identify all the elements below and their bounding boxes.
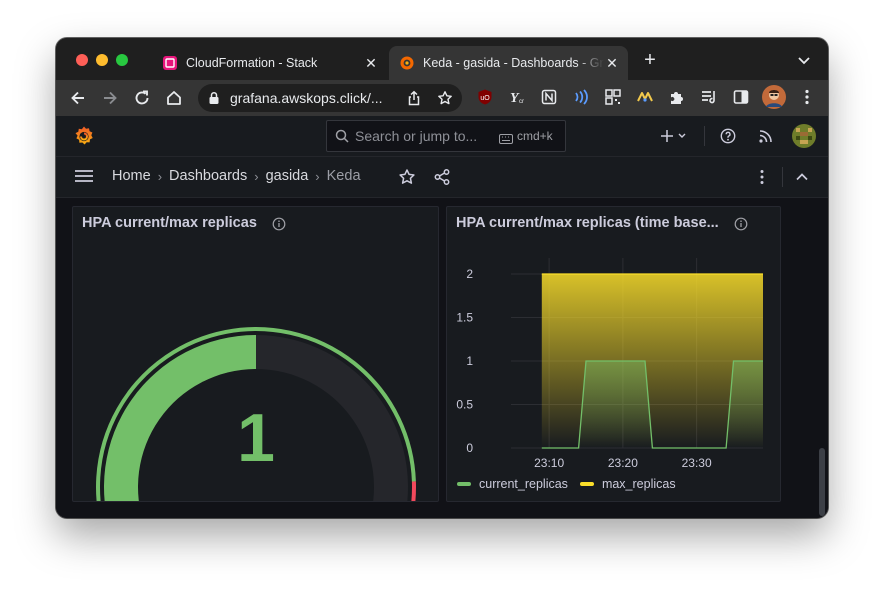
notion-extension-icon[interactable]	[540, 88, 558, 106]
y-tick-label: 0.5	[456, 398, 473, 412]
legend-item-max[interactable]: max_replicas	[579, 477, 676, 491]
keyboard-icon	[499, 131, 513, 149]
breadcrumb-divider	[782, 167, 783, 187]
search-placeholder[interactable]: Search or jump to...	[355, 128, 477, 144]
breadcrumb-folder[interactable]: gasida	[266, 168, 309, 184]
breadcrumb: Home › Dashboards › gasida › Keda	[112, 168, 361, 184]
breadcrumb-separator: ›	[315, 168, 320, 184]
y-tick-label: 1	[466, 354, 473, 368]
legend-label: current_replicas	[479, 477, 568, 491]
profile-avatar[interactable]	[762, 85, 786, 109]
forward-arrow-icon[interactable]	[100, 88, 120, 108]
close-tab-icon[interactable]: ✕	[363, 55, 379, 72]
legend-swatch	[457, 482, 471, 486]
tab-title: Keda - gasida - Dashboards - Grafana	[423, 56, 604, 70]
qr-code-extension-icon[interactable]	[604, 88, 622, 106]
favorite-star-icon[interactable]	[397, 167, 417, 187]
search-bar[interactable]: Search or jump to... cmd+k	[326, 120, 566, 152]
address-bar[interactable]: grafana.awskops.click/...	[198, 84, 462, 112]
legend-item-current[interactable]: current_replicas	[457, 477, 568, 491]
svg-text:cr: cr	[519, 99, 524, 105]
chart-legend: current_replicas max_replicas	[457, 477, 688, 491]
close-tab-icon[interactable]: ✕	[604, 55, 620, 72]
chart-series	[541, 273, 763, 449]
legend-label: max_replicas	[601, 477, 676, 491]
browser-toolbar: grafana.awskops.click/... uO Ycr	[56, 80, 828, 116]
breadcrumb-separator: ›	[157, 168, 163, 184]
user-avatar[interactable]	[792, 124, 816, 148]
maximize-window-button[interactable]	[116, 54, 128, 66]
close-window-button[interactable]	[76, 54, 88, 66]
reload-icon[interactable]	[132, 88, 152, 108]
dashboard-canvas: HPA current/max replicas 1 HPA current/m…	[56, 198, 828, 518]
grafana-icon	[399, 55, 415, 71]
cloudformation-icon	[162, 55, 178, 71]
y-tick-label: 2	[466, 267, 473, 281]
help-icon[interactable]	[720, 126, 736, 146]
x-tick-label: 23:30	[682, 456, 712, 470]
breadcrumb-bar: Home › Dashboards › gasida › Keda	[56, 157, 828, 198]
gauge-value: 1	[237, 400, 275, 476]
new-tab-button[interactable]: +	[640, 50, 660, 70]
back-arrow-icon[interactable]	[68, 88, 88, 108]
grafana-logo-icon[interactable]	[72, 124, 96, 153]
breadcrumb-separator: ›	[254, 168, 259, 184]
url-text[interactable]: grafana.awskops.click/...	[230, 90, 383, 106]
search-shortcut: cmd+k	[517, 129, 553, 143]
audio-extension-icon[interactable]	[572, 88, 590, 106]
topbar-divider	[704, 126, 705, 146]
y-tick-label: 0	[466, 441, 473, 455]
more-options-icon[interactable]	[752, 167, 772, 187]
tab-keda[interactable]: Keda - gasida - Dashboards - Grafana ✕	[389, 46, 628, 80]
jsonvue-extension-icon[interactable]	[636, 88, 654, 106]
x-tick-label: 23:10	[534, 456, 564, 470]
breadcrumb-current: Keda	[326, 168, 361, 184]
tab-strip: CloudFormation - Stack ✕ Keda - gasida -…	[56, 38, 828, 80]
collapse-chevron-up-icon[interactable]	[792, 167, 812, 187]
puzzle-extensions-icon[interactable]	[668, 88, 686, 106]
legend-swatch	[579, 482, 594, 486]
search-icon	[335, 129, 349, 148]
breadcrumb-home[interactable]: Home	[112, 168, 151, 184]
add-new-button[interactable]	[660, 126, 688, 146]
menu-hamburger-icon[interactable]	[74, 168, 94, 189]
reading-list-icon[interactable]	[700, 88, 718, 106]
timeseries-chart: 0 0.5 1 1.5 2 23:10 23:20 23:30	[456, 258, 763, 470]
news-rss-icon[interactable]	[758, 126, 774, 146]
breadcrumb-dashboards[interactable]: Dashboards	[169, 168, 247, 184]
ycombinator-extension-icon[interactable]: Ycr	[508, 88, 526, 106]
y-tick-label: 1.5	[456, 311, 473, 325]
minimize-window-button[interactable]	[96, 54, 108, 66]
dashboard-scrollbar[interactable]	[819, 448, 825, 516]
tab-title: CloudFormation - Stack	[186, 56, 318, 70]
svg-text:uO: uO	[480, 95, 490, 102]
share-dashboard-icon[interactable]	[432, 167, 452, 187]
share-icon[interactable]	[406, 90, 422, 111]
browser-window: CloudFormation - Stack ✕ Keda - gasida -…	[56, 38, 828, 518]
bookmark-star-icon[interactable]	[437, 90, 453, 111]
gauge-panel[interactable]: HPA current/max replicas 1	[72, 206, 439, 502]
side-panel-icon[interactable]	[732, 88, 750, 106]
tab-cloudformation[interactable]: CloudFormation - Stack ✕	[152, 46, 387, 80]
lock-icon[interactable]	[208, 91, 220, 110]
x-tick-label: 23:20	[608, 456, 638, 470]
ublock-extension-icon[interactable]: uO	[476, 88, 494, 106]
tab-search-chevron-icon[interactable]	[796, 52, 812, 68]
timeseries-panel[interactable]: HPA current/max replicas (time base... 0…	[446, 206, 781, 502]
browser-menu-icon[interactable]	[798, 88, 816, 106]
home-icon[interactable]	[164, 88, 184, 108]
grafana-topbar: Search or jump to... cmd+k	[56, 116, 828, 157]
